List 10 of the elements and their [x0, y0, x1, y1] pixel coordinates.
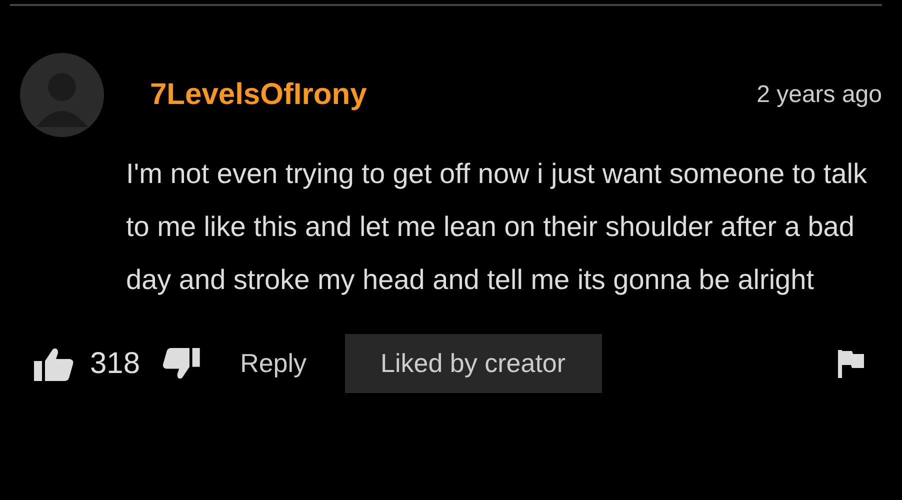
liked-by-creator-badge: Liked by creator: [344, 334, 602, 393]
reply-button[interactable]: Reply: [240, 348, 307, 379]
username[interactable]: 7LevelsOfIrony: [150, 78, 367, 112]
like-count: 318: [90, 346, 140, 380]
avatar-icon: [20, 53, 104, 137]
thumbs-down-icon[interactable]: [162, 348, 200, 380]
flag-icon[interactable]: [838, 350, 864, 378]
timestamp: 2 years ago: [756, 81, 882, 109]
comment-text: I'm not even trying to get off now i just want someone to talk to me like this and let me lean on their shoulder after a bad day and stroke my head and tell me its gonna be alright: [126, 157, 868, 297]
thumbs-up-icon[interactable]: [34, 346, 74, 380]
